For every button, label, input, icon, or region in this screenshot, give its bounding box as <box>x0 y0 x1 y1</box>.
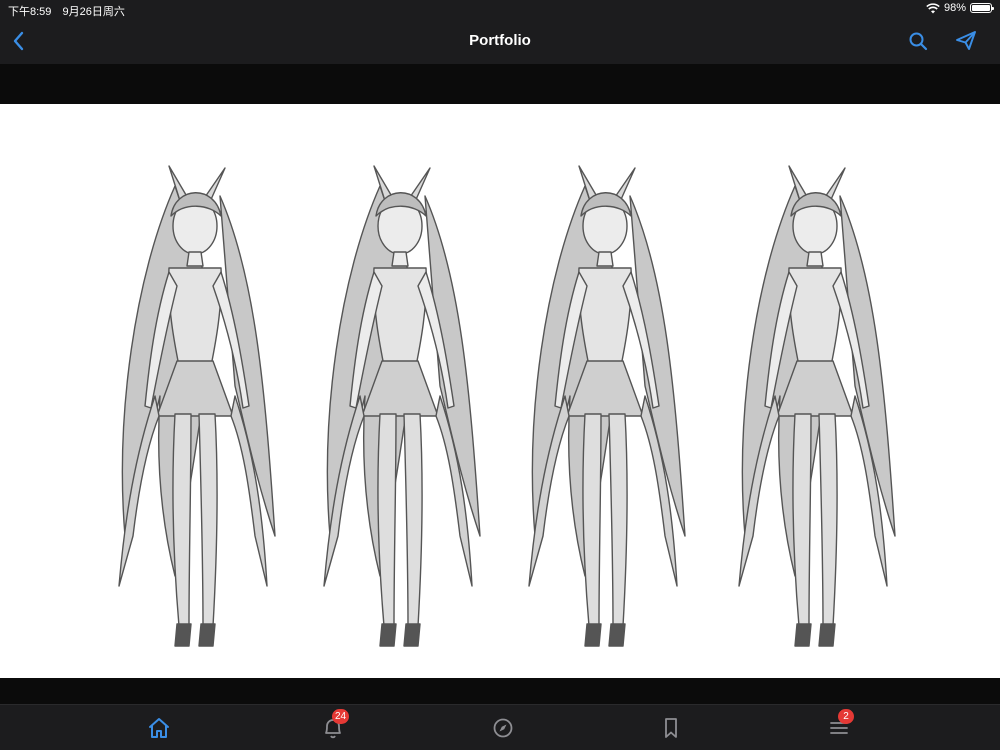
bottom-letterbox <box>0 678 1000 704</box>
tab-bar: 24 2 <box>0 704 1000 750</box>
tab-bookmarks[interactable] <box>656 715 686 741</box>
share-button[interactable] <box>954 28 978 54</box>
battery-icon <box>970 3 994 13</box>
tab-menu[interactable]: 2 <box>824 709 854 741</box>
nav-bar: Portfolio <box>0 18 1000 64</box>
sketch-artwork <box>118 165 896 647</box>
status-bar: 下午8:59 9月26日周六 98% <box>0 0 1000 18</box>
battery-percent: 98% <box>943 2 966 14</box>
status-date: 9月26日周六 <box>62 6 125 18</box>
compass-icon <box>493 718 513 738</box>
bookmark-icon <box>665 718 677 738</box>
top-letterbox <box>0 64 1000 104</box>
paper-plane-icon <box>956 31 976 50</box>
home-icon <box>149 718 169 738</box>
tab-home[interactable] <box>144 715 174 741</box>
wifi-icon <box>926 2 940 13</box>
page-title: Portfolio <box>469 32 531 49</box>
menu-badge: 2 <box>838 709 854 724</box>
search-icon <box>909 32 928 51</box>
tab-notifications[interactable]: 24 <box>318 709 350 741</box>
status-time: 下午8:59 <box>8 6 52 18</box>
tab-explore[interactable] <box>488 715 518 741</box>
battery-level <box>972 5 990 11</box>
artwork-image[interactable] <box>0 104 1000 678</box>
notification-badge: 24 <box>332 709 350 724</box>
search-button[interactable] <box>906 28 930 54</box>
